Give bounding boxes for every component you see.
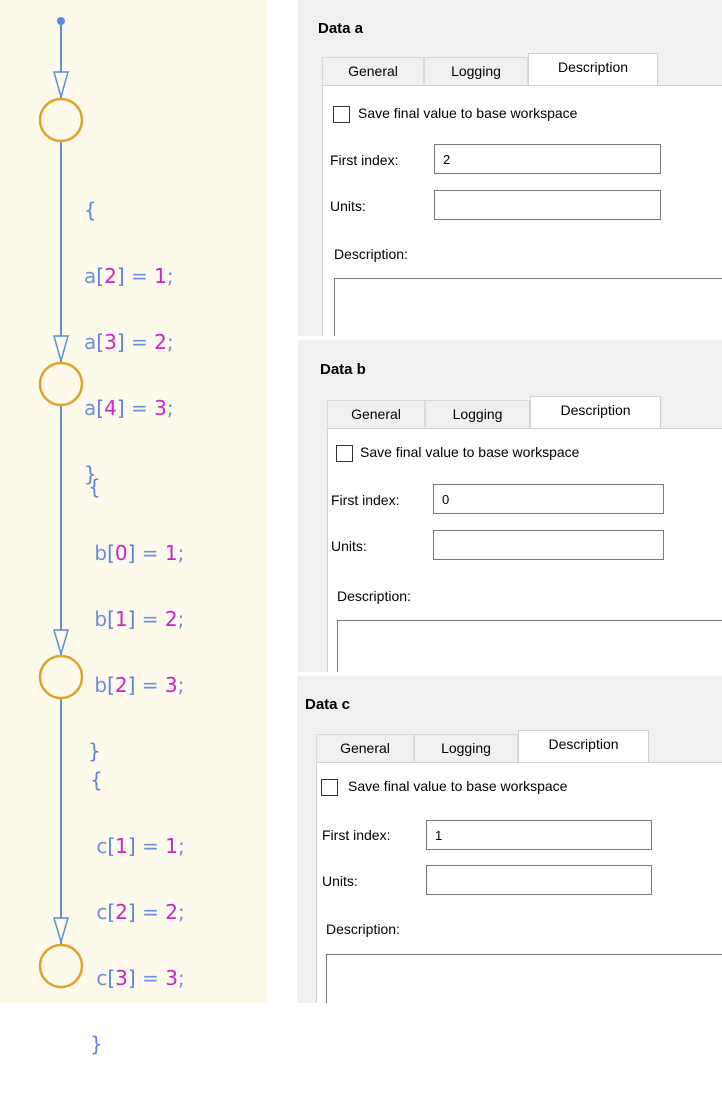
save-final-value-checkbox[interactable] (321, 779, 338, 796)
flow-chart-pane: { a[2] = 1; a[3] = 2; a[4] = 3; } { b[0]… (0, 0, 267, 1055)
units-label: Units: (331, 538, 367, 554)
junction-3[interactable] (38, 654, 84, 700)
save-final-value-label: Save final value to base workspace (348, 778, 568, 794)
arrow-icon (53, 917, 69, 945)
tab-description[interactable]: Description (518, 730, 649, 762)
first-index-field[interactable]: 2 (434, 144, 661, 174)
open-brace: { (84, 198, 97, 222)
save-final-value-label: Save final value to base workspace (358, 105, 578, 121)
first-index-label: First index: (331, 492, 400, 508)
code-line: a[4] = 3; (84, 396, 174, 420)
first-index-field[interactable]: 1 (426, 820, 652, 850)
tab-description[interactable]: Description (528, 53, 658, 85)
units-label: Units: (322, 873, 358, 889)
first-index-label: First index: (330, 152, 399, 168)
arrow-icon (53, 629, 69, 657)
tab-general[interactable]: General (316, 734, 414, 761)
panel-title: Data b (320, 361, 366, 378)
units-label: Units: (330, 198, 366, 214)
tab-bar: General Logging Description (316, 730, 722, 762)
tab-bar: General Logging Description (322, 53, 722, 85)
code-line: b[1] = 2; (94, 607, 185, 631)
code-line: a[2] = 1; (84, 264, 174, 288)
tab-content: Save final value to base workspace First… (327, 428, 722, 672)
arrow-icon (53, 71, 69, 100)
description-label: Description: (334, 246, 408, 262)
data-a-panel: Data a General Logging Description Save … (298, 0, 722, 336)
tab-description[interactable]: Description (530, 396, 661, 428)
first-index-label: First index: (322, 827, 391, 843)
tab-general[interactable]: General (322, 57, 424, 84)
description-field[interactable] (326, 954, 722, 1003)
code-line: c[2] = 2; (96, 900, 185, 924)
description-field[interactable] (337, 620, 722, 672)
junction-4[interactable] (38, 943, 84, 989)
open-brace: { (88, 475, 101, 499)
code-line: b[0] = 1; (94, 541, 185, 565)
junction-2[interactable] (38, 361, 84, 407)
tab-bar: General Logging Description (327, 396, 722, 428)
units-field[interactable] (433, 530, 664, 560)
tab-logging[interactable]: Logging (425, 400, 530, 427)
save-final-value-label: Save final value to base workspace (360, 444, 580, 460)
tab-logging[interactable]: Logging (424, 57, 528, 84)
open-brace: { (90, 768, 103, 792)
data-b-panel: Data b General Logging Description Save … (298, 340, 722, 672)
code-line: c[3] = 3; (96, 966, 185, 990)
description-label: Description: (337, 588, 411, 604)
description-field[interactable] (334, 278, 722, 336)
description-label: Description: (326, 921, 400, 937)
tab-content: Save final value to base workspace First… (316, 762, 722, 1003)
units-field[interactable] (426, 865, 652, 895)
code-line: c[1] = 1; (96, 834, 185, 858)
units-field[interactable] (434, 190, 661, 220)
arrow-icon (53, 335, 69, 364)
panel-title: Data a (318, 20, 364, 37)
save-final-value-checkbox[interactable] (333, 106, 350, 123)
action-block-c[interactable]: { c[1] = 1; c[2] = 2; c[3] = 3; } (90, 725, 185, 1099)
tab-content: Save final value to base workspace First… (322, 85, 722, 336)
close-brace: } (90, 1032, 103, 1056)
data-c-panel: Data c General Logging Description Save … (297, 676, 722, 1003)
first-index-field[interactable]: 0 (433, 484, 664, 514)
code-line: b[2] = 3; (94, 673, 185, 697)
save-final-value-checkbox[interactable] (336, 445, 353, 462)
tab-logging[interactable]: Logging (414, 734, 518, 761)
code-line: a[3] = 2; (84, 330, 174, 354)
panel-title: Data c (305, 696, 351, 713)
junction-1[interactable] (38, 97, 84, 143)
tab-general[interactable]: General (327, 400, 425, 427)
